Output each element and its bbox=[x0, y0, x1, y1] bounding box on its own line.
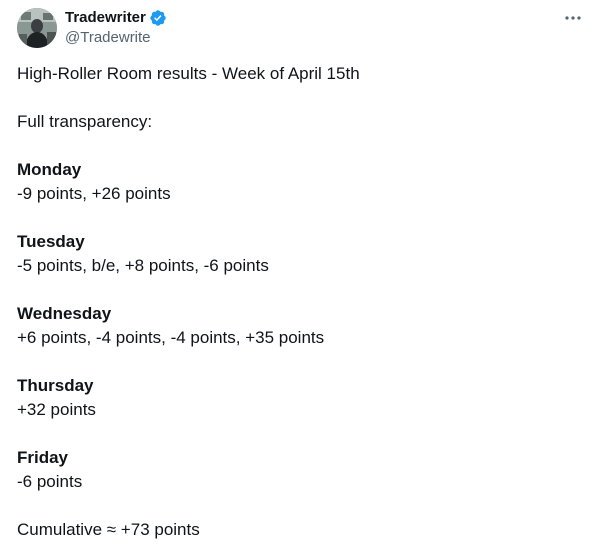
day-results-friday: -6 points bbox=[17, 472, 83, 491]
day-results-thursday: +32 points bbox=[17, 400, 96, 419]
intro-line: High-Roller Room results - Week of April… bbox=[17, 64, 360, 83]
author-info: Tradewriter @Tradewrite bbox=[65, 8, 167, 48]
transparency-line: Full transparency: bbox=[17, 112, 153, 131]
display-name[interactable]: Tradewriter bbox=[65, 8, 146, 28]
day-results-wednesday: +6 points, -4 points, -4 points, +35 poi… bbox=[17, 328, 325, 347]
tweet: Tradewriter @Tradewrite High-Roller Room… bbox=[0, 0, 599, 545]
handle[interactable]: @Tradewrite bbox=[65, 28, 167, 48]
day-label-tuesday: Tuesday bbox=[17, 232, 85, 251]
name-row: Tradewriter bbox=[65, 8, 167, 28]
day-results-tuesday: -5 points, b/e, +8 points, -6 points bbox=[17, 256, 269, 275]
day-label-wednesday: Wednesday bbox=[17, 304, 112, 323]
more-options-icon[interactable] bbox=[559, 6, 587, 30]
avatar[interactable] bbox=[17, 8, 57, 48]
day-label-thursday: Thursday bbox=[17, 376, 94, 395]
day-label-friday: Friday bbox=[17, 448, 69, 467]
verified-badge-icon[interactable] bbox=[149, 9, 167, 27]
avatar-image bbox=[17, 8, 57, 48]
day-results-monday: -9 points, +26 points bbox=[17, 184, 171, 203]
cumulative-line: Cumulative ≈ +73 points bbox=[17, 520, 200, 539]
tweet-text: High-Roller Room results - Week of April… bbox=[17, 62, 577, 542]
day-label-monday: Monday bbox=[17, 160, 82, 179]
